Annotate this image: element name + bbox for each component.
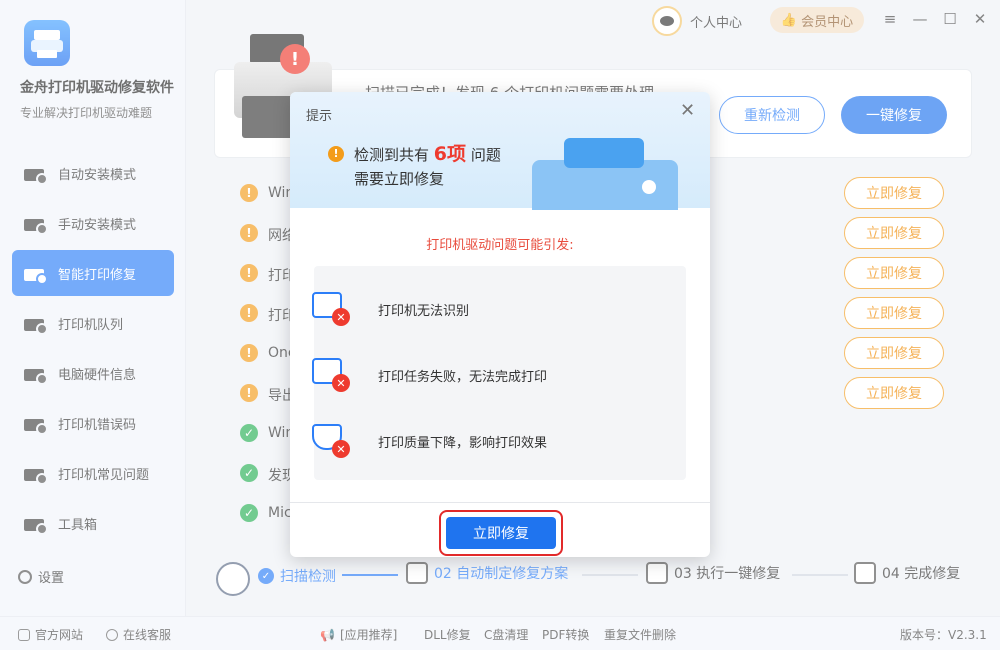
dialog-footer: 立即修复 <box>290 502 710 557</box>
fix-now-button[interactable]: 立即修复 <box>446 517 556 549</box>
list-item: ✕ 打印任务失败，无法完成打印 <box>312 358 666 398</box>
dialog-title: 提示 <box>306 109 333 124</box>
repair-prompt-dialog: 提示 ✕ ! 检测到共有 6项 问题 需要立即修复 打印机驱动问题可能引发: ✕… <box>290 92 710 557</box>
cause-text: 打印机无法识别 <box>378 304 470 319</box>
list-item: ✕ 打印质量下降，影响打印效果 <box>312 424 666 464</box>
printer-illustration-top <box>564 138 644 168</box>
detect-prefix: 检测到共有 <box>354 146 430 164</box>
warning-icon: ! <box>328 146 344 162</box>
cause-title: 打印机驱动问题可能引发: <box>426 238 574 253</box>
dialog-header: 提示 ✕ ! 检测到共有 6项 问题 需要立即修复 <box>290 92 710 210</box>
detect-count: 6项 <box>433 143 467 165</box>
quality-shield-error-icon: ✕ <box>310 420 350 458</box>
highlight-box: 立即修复 <box>439 510 563 556</box>
detect-line2: 需要立即修复 <box>354 170 445 188</box>
detect-summary: ! 检测到共有 6项 问题 需要立即修复 <box>328 142 501 191</box>
close-icon[interactable]: ✕ <box>680 100 695 121</box>
printer-illustration-dot <box>642 180 656 194</box>
list-item: ✕ 打印机无法识别 <box>312 292 666 332</box>
document-error-icon: ✕ <box>310 354 350 392</box>
cause-text: 打印任务失败，无法完成打印 <box>378 370 548 385</box>
printer-error-icon: ✕ <box>310 288 350 326</box>
detect-suffix: 问题 <box>470 146 501 164</box>
cause-list: ✕ 打印机无法识别 ✕ 打印任务失败，无法完成打印 ✕ 打印质量下降，影响打印效… <box>312 266 686 480</box>
cause-text: 打印质量下降，影响打印效果 <box>378 436 548 451</box>
